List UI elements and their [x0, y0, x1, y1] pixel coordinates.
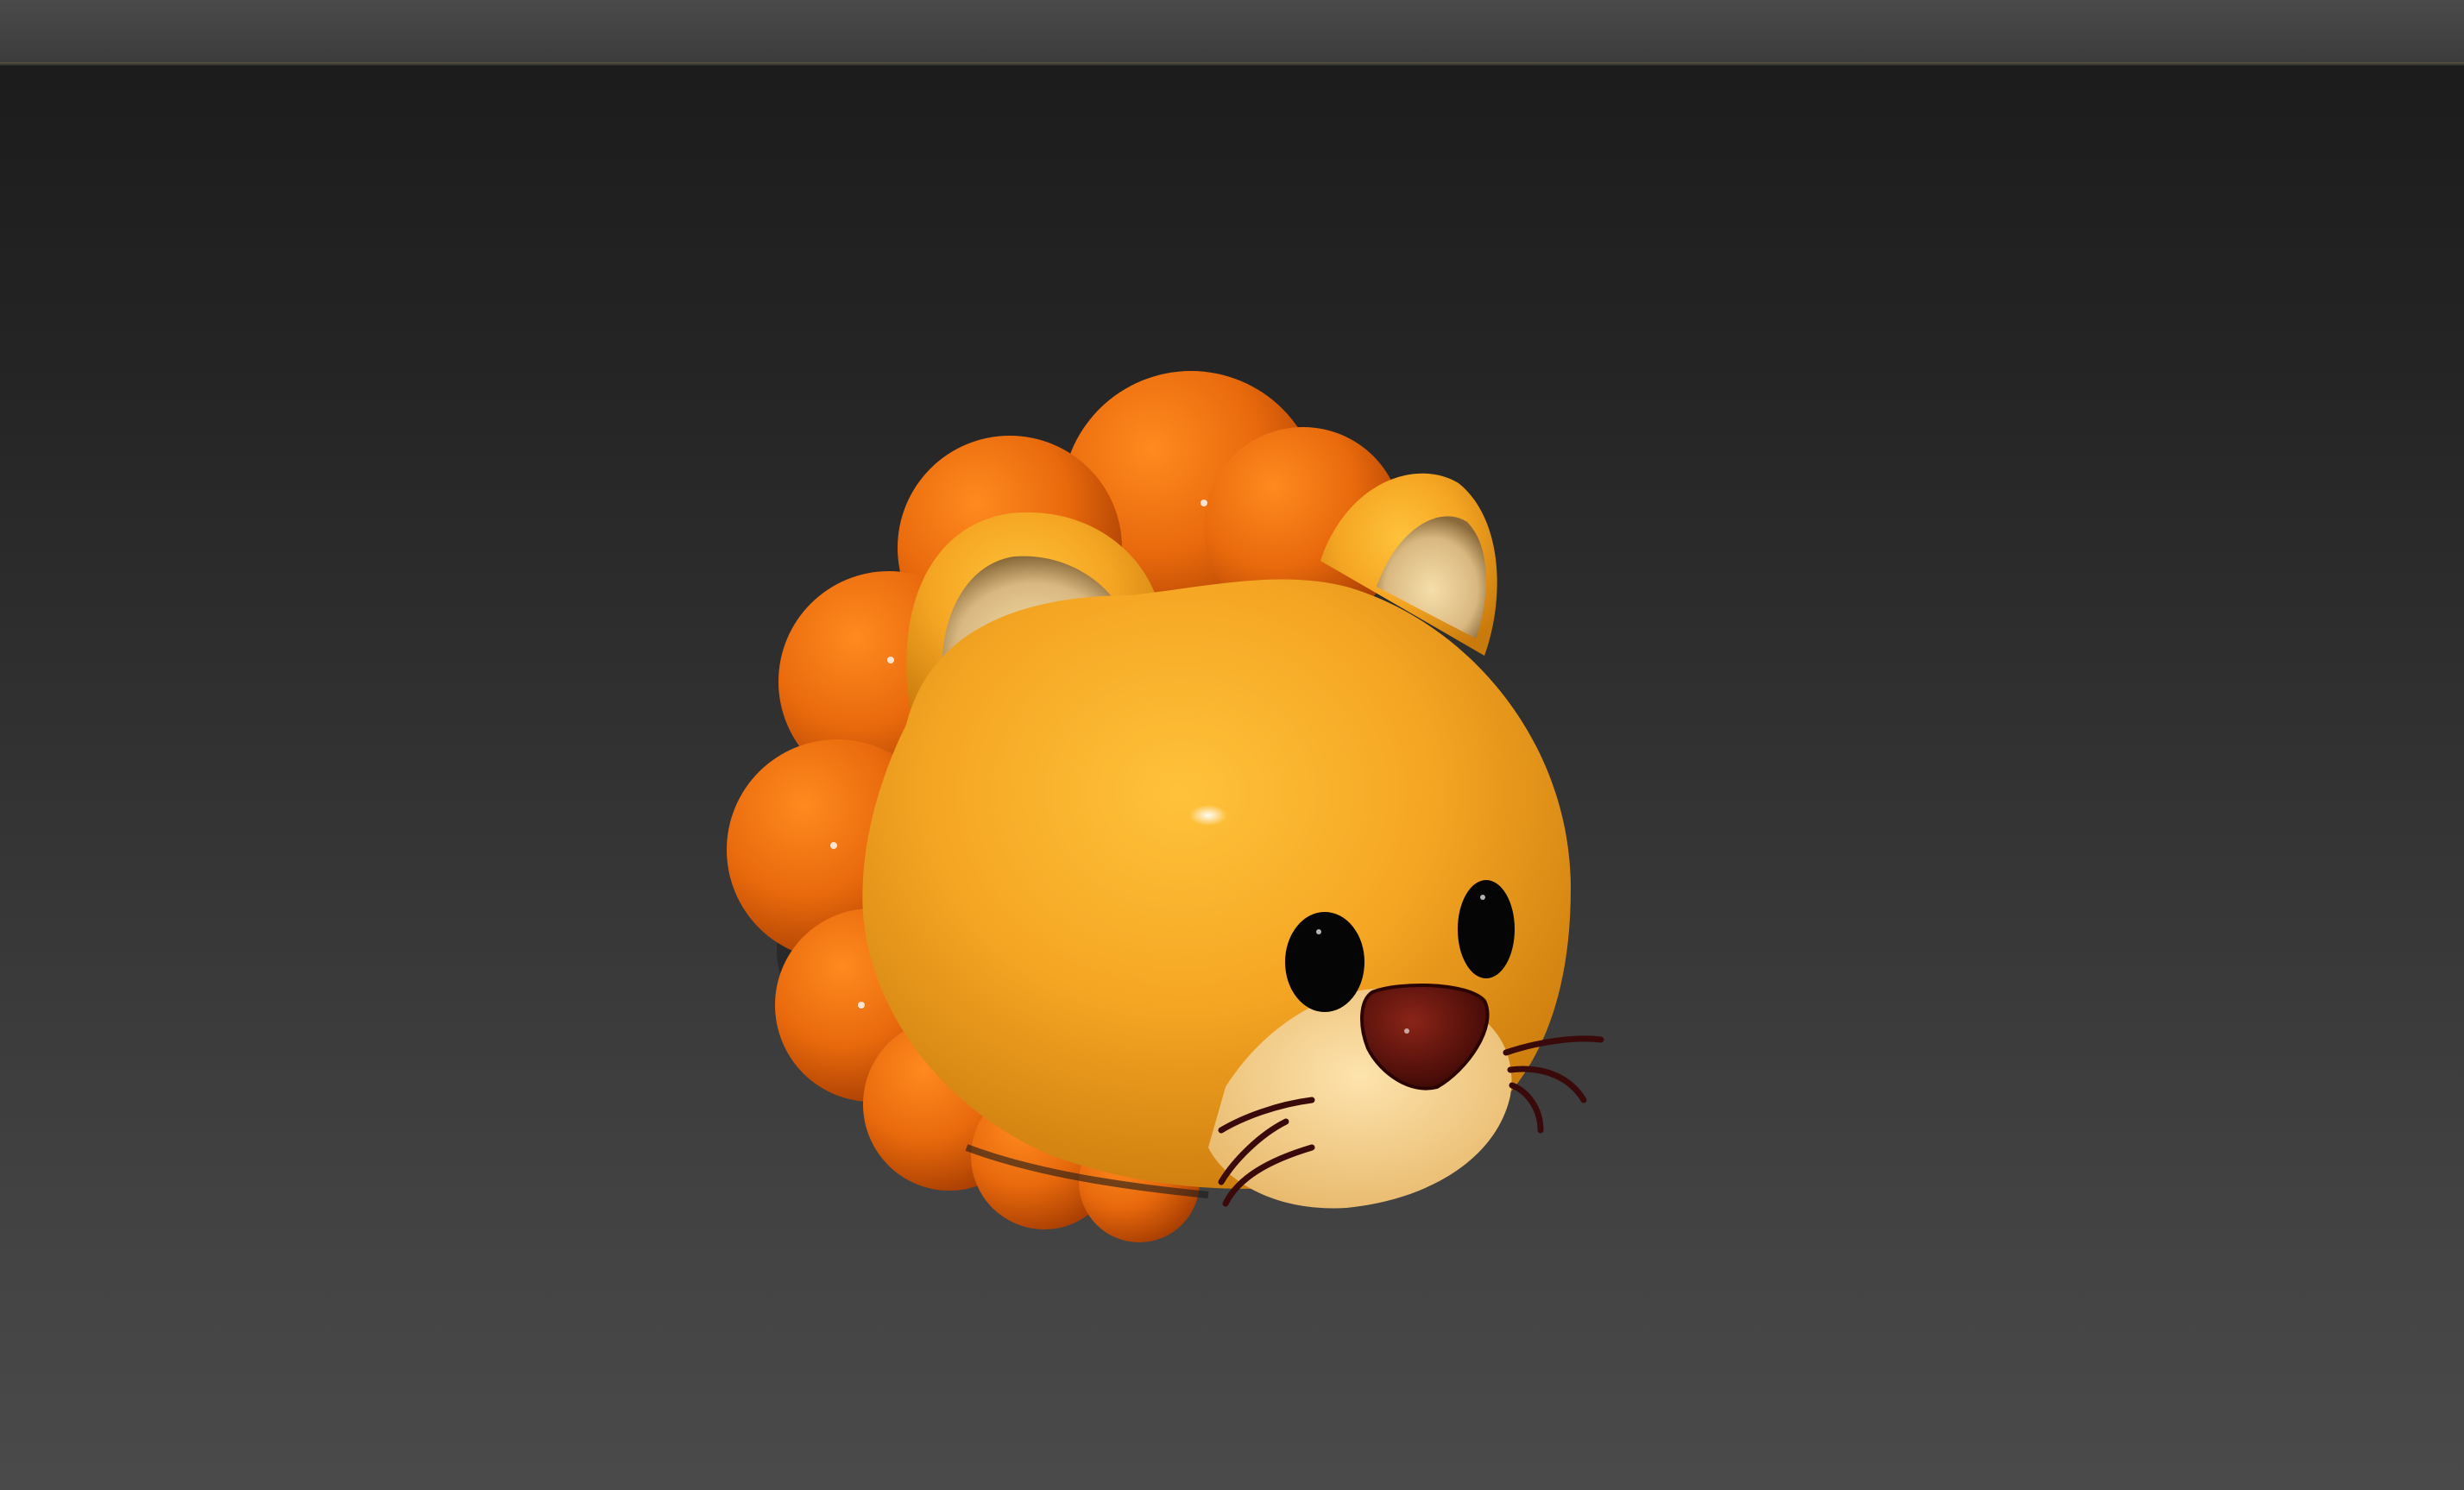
viewport-scene[interactable]	[0, 0, 2464, 1490]
lion-model[interactable]	[727, 371, 1604, 1242]
right-eye	[1458, 880, 1515, 978]
face-specular	[1189, 805, 1227, 826]
left-eye	[1285, 912, 1364, 1012]
app-window	[0, 0, 2464, 1490]
